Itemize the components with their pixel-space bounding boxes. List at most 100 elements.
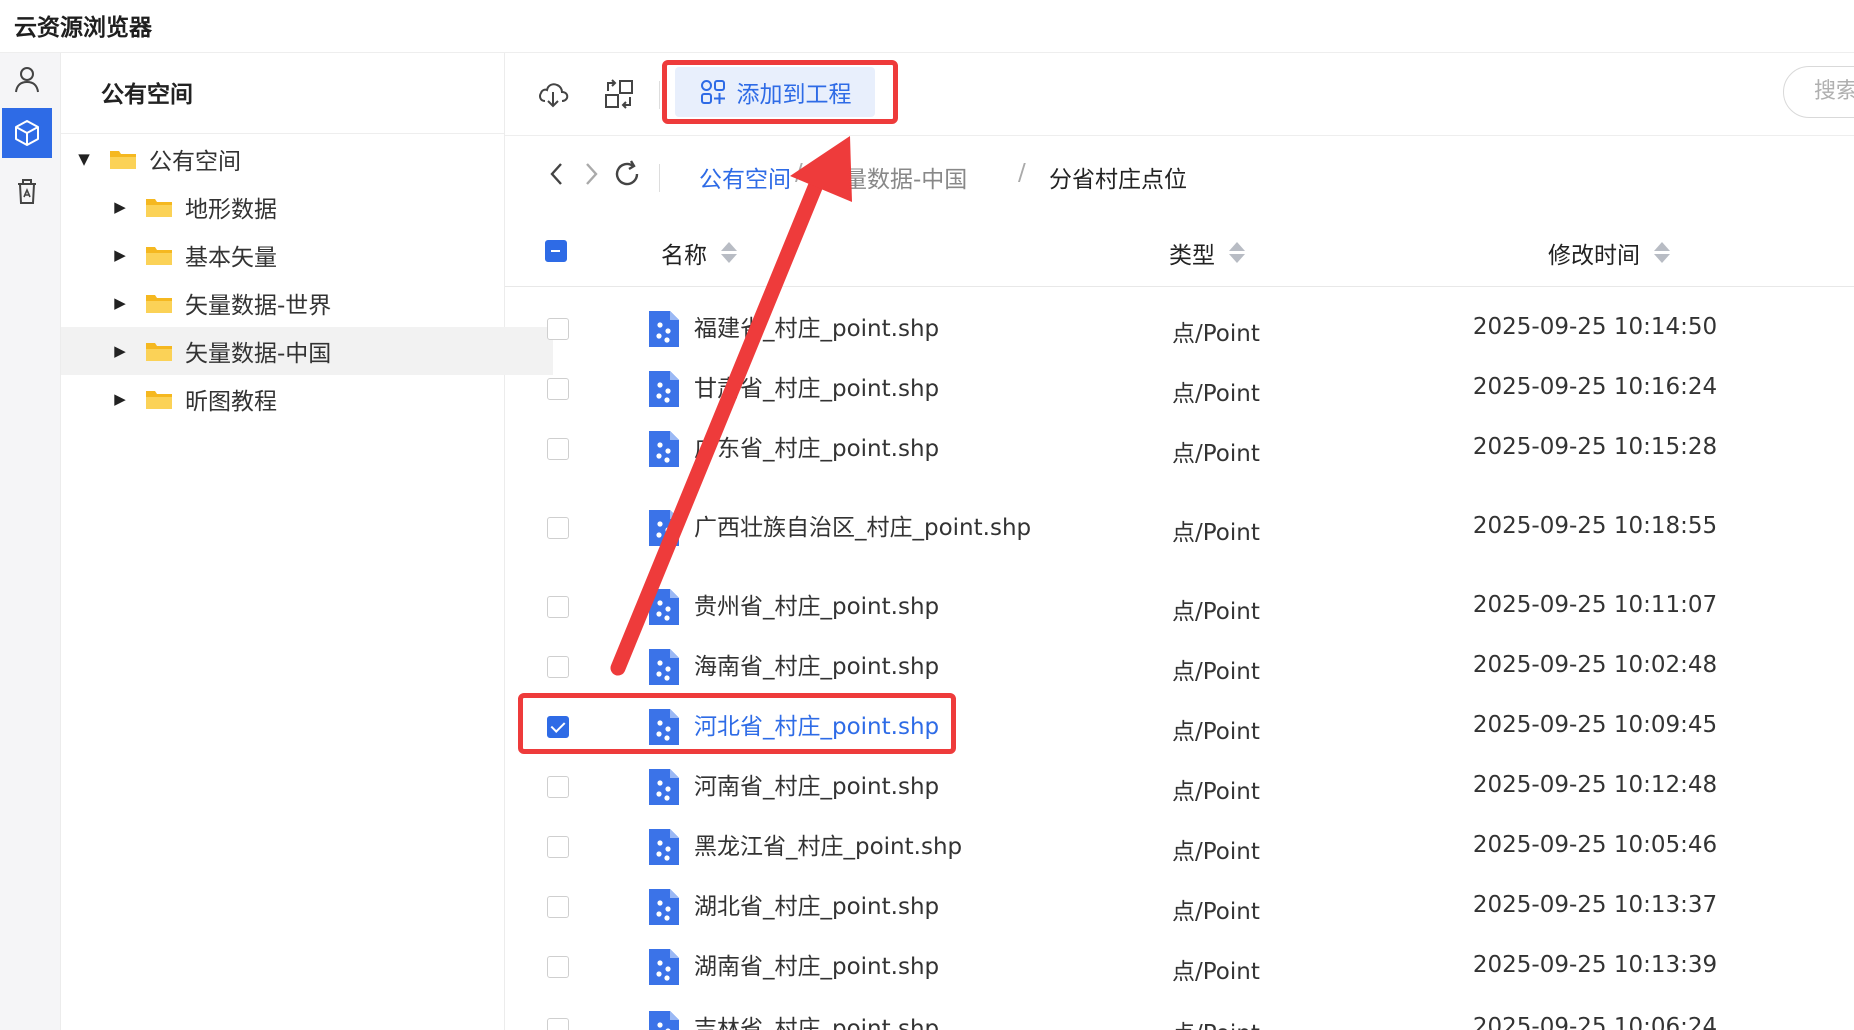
file-name[interactable]: 吉林省_村庄_point.shp — [694, 1006, 994, 1030]
file-name[interactable]: 河南省_村庄_point.shp — [694, 764, 994, 810]
trash-icon — [18, 179, 36, 204]
file-name[interactable]: 黑龙江省_村庄_point.shp — [694, 824, 994, 870]
column-header-modified[interactable]: 修改时间 — [1548, 236, 1670, 270]
point-file-icon — [649, 709, 679, 745]
switch-view-button[interactable] — [599, 74, 639, 114]
add-to-project-button[interactable]: 添加到工程 — [675, 67, 875, 117]
modified-time: 2025-09-25 10:02:48 — [1472, 652, 1718, 678]
table-row[interactable]: 黑龙江省_村庄_point.shp 点/Point 2025-09-25 10:05… — [505, 817, 1854, 877]
point-file-icon — [649, 431, 679, 467]
modified-time: 2025-09-25 10:06:24 — [1472, 1014, 1718, 1030]
chevron-left-icon — [550, 163, 562, 185]
table-row[interactable]: 甘肃省_村庄_point.shp 点/Point 2025-09-25 10:16:… — [505, 359, 1854, 419]
file-name[interactable]: 广西壮族自治区_村庄_point.shp — [694, 505, 1031, 551]
breadcrumb-item[interactable]: 矢量数据-中国 — [821, 160, 967, 194]
point-file-icon — [649, 1011, 679, 1030]
file-name[interactable]: 河北省_村庄_point.shp — [694, 704, 994, 750]
tree-node-vector-world[interactable]: ▶ 矢量数据-世界 — [61, 279, 553, 327]
row-checkbox[interactable] — [547, 517, 569, 539]
point-file-icon — [649, 769, 679, 805]
table-row[interactable]: 贵州省_村庄_point.shp 点/Point 2025-09-25 10:11:… — [505, 577, 1854, 637]
add-layers-icon — [700, 80, 725, 104]
sidebar-item-recycle[interactable] — [2, 166, 52, 216]
modified-time: 2025-09-25 10:11:07 — [1472, 592, 1718, 618]
point-file-icon — [649, 949, 679, 985]
table-row[interactable]: 海南省_村庄_point.shp 点/Point 2025-09-25 10:02:… — [505, 637, 1854, 697]
row-checkbox[interactable] — [547, 596, 569, 618]
tree-node-label: 昕图教程 — [185, 389, 277, 415]
sidebar-item-resources[interactable] — [2, 108, 52, 158]
search-input[interactable]: 搜索 — [1783, 66, 1854, 118]
file-name[interactable]: 甘肃省_村庄_point.shp — [694, 366, 994, 412]
folder-icon — [110, 151, 136, 169]
table-header: 名称 类型 修改时间 — [505, 216, 1854, 287]
tree-node-label: 公有空间 — [149, 149, 241, 175]
modified-time: 2025-09-25 10:13:39 — [1472, 952, 1718, 978]
sort-icon[interactable] — [1229, 241, 1245, 265]
back-button[interactable] — [539, 156, 575, 192]
folder-icon — [146, 295, 172, 313]
refresh-button[interactable] — [609, 156, 645, 192]
row-checkbox[interactable] — [547, 1018, 569, 1030]
table-row[interactable]: 湖南省_村庄_point.shp 点/Point 2025-09-25 10:13:… — [505, 937, 1854, 997]
row-checkbox[interactable] — [547, 836, 569, 858]
row-checkbox[interactable] — [547, 716, 569, 738]
folder-icon — [146, 247, 172, 265]
cube-icon — [15, 120, 39, 146]
column-header-name[interactable]: 名称 — [661, 236, 737, 270]
file-name[interactable]: 湖北省_村庄_point.shp — [694, 884, 994, 930]
caret-down-icon[interactable]: ▼ — [77, 150, 91, 168]
file-name[interactable]: 海南省_村庄_point.shp — [694, 644, 994, 690]
caret-right-icon[interactable]: ▶ — [113, 390, 127, 408]
divider — [659, 81, 660, 109]
table-row[interactable]: 广西壮族自治区_村庄_point.shp 点/Point 2025-09-25 10… — [505, 479, 1854, 577]
file-name[interactable]: 贵州省_村庄_point.shp — [694, 584, 994, 630]
panel-title: 公有空间 — [101, 82, 193, 108]
modified-time: 2025-09-25 10:12:48 — [1472, 772, 1718, 798]
caret-right-icon[interactable]: ▶ — [113, 342, 127, 360]
tree-node-vector-china[interactable]: ▶ 矢量数据-中国 — [61, 327, 553, 375]
tree-node-terrain[interactable]: ▶ 地形数据 — [61, 183, 553, 231]
file-type: 点/Point — [1172, 520, 1260, 546]
table-row[interactable]: 福建省_村庄_point.shp 点/Point 2025-09-25 10:14:… — [505, 299, 1854, 359]
sort-icon[interactable] — [1654, 241, 1670, 265]
table-row[interactable]: 广东省_村庄_point.shp 点/Point 2025-09-25 10:15:… — [505, 419, 1854, 479]
caret-right-icon[interactable]: ▶ — [113, 246, 127, 264]
sidebar-item-user[interactable] — [2, 55, 52, 105]
tree-node-tutorial[interactable]: ▶ 昕图教程 — [61, 375, 553, 423]
row-checkbox[interactable] — [547, 656, 569, 678]
column-header-label: 名称 — [661, 243, 707, 269]
folder-icon — [146, 199, 172, 217]
table-row[interactable]: 河北省_村庄_point.shp 点/Point 2025-09-25 10:09:… — [505, 697, 1854, 757]
file-name[interactable]: 湖南省_村庄_point.shp — [694, 944, 994, 990]
point-file-icon — [649, 589, 679, 625]
file-name[interactable]: 广东省_村庄_point.shp — [694, 426, 994, 472]
row-checkbox[interactable] — [547, 956, 569, 978]
file-name[interactable]: 福建省_村庄_point.shp — [694, 306, 994, 352]
file-type: 点/Point — [1172, 599, 1260, 625]
select-all-checkbox[interactable] — [545, 240, 567, 262]
forward-button[interactable] — [573, 156, 609, 192]
caret-right-icon[interactable]: ▶ — [113, 294, 127, 312]
modified-time: 2025-09-25 10:14:50 — [1472, 314, 1718, 340]
row-checkbox[interactable] — [547, 896, 569, 918]
table-row[interactable]: 河南省_村庄_point.shp 点/Point 2025-09-25 10:12:… — [505, 757, 1854, 817]
column-header-type[interactable]: 类型 — [1169, 236, 1245, 270]
tree-node-basic-vector[interactable]: ▶ 基本矢量 — [61, 231, 553, 279]
file-type: 点/Point — [1172, 899, 1260, 925]
download-button[interactable] — [533, 74, 573, 114]
table-row[interactable]: 湖北省_村庄_point.shp 点/Point 2025-09-25 10:13:… — [505, 877, 1854, 937]
file-type: 点/Point — [1172, 959, 1260, 985]
caret-right-icon[interactable]: ▶ — [113, 198, 127, 216]
point-file-icon — [649, 829, 679, 865]
table-row[interactable]: 吉林省_村庄_point.shp 点/Point 2025-09-25 10:06:… — [505, 999, 1854, 1030]
sort-icon[interactable] — [721, 241, 737, 265]
tree-node-root[interactable]: ▼ 公有空间 — [61, 135, 517, 183]
column-header-label: 类型 — [1169, 243, 1215, 269]
tree-node-label: 矢量数据-中国 — [185, 341, 332, 367]
row-checkbox[interactable] — [547, 378, 569, 400]
breadcrumb-item[interactable]: 公有空间 — [699, 160, 791, 194]
row-checkbox[interactable] — [547, 318, 569, 340]
row-checkbox[interactable] — [547, 438, 569, 460]
row-checkbox[interactable] — [547, 776, 569, 798]
